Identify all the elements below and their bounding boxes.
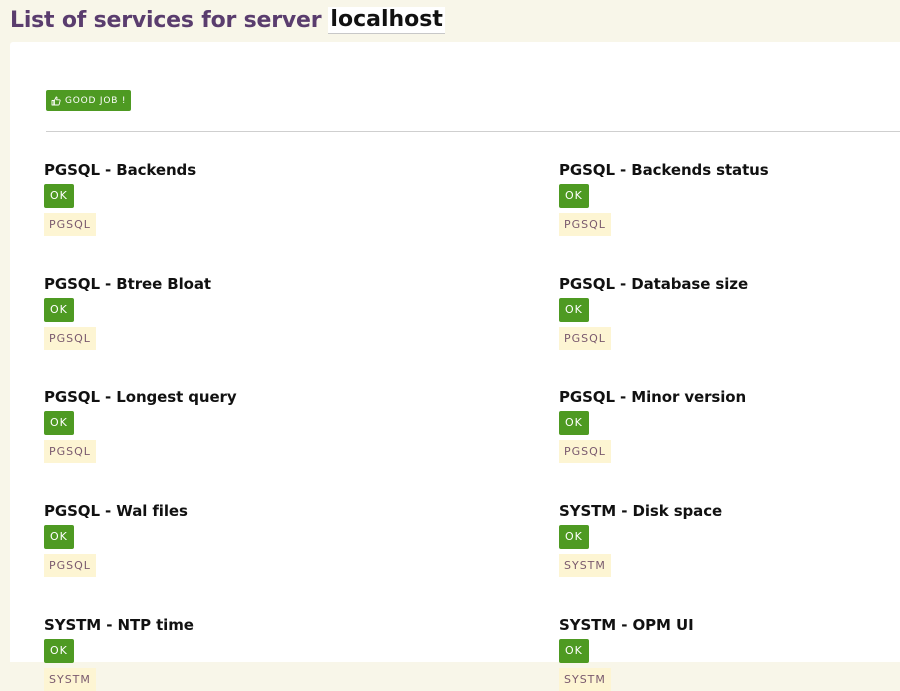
service-tag[interactable]: PGSQL [44, 440, 96, 463]
service-tag[interactable]: PGSQL [44, 213, 96, 236]
service-name[interactable]: PGSQL - Minor version [559, 388, 899, 406]
service-tag[interactable]: PGSQL [559, 327, 611, 350]
service-item: PGSQL - Btree Bloat OK PGSQL [44, 275, 384, 350]
service-item: PGSQL - Minor version OK PGSQL [559, 388, 899, 463]
service-name[interactable]: PGSQL - Database size [559, 275, 899, 293]
service-tag[interactable]: PGSQL [44, 554, 96, 577]
status-badge: OK [559, 411, 589, 435]
service-item: PGSQL - Backends status OK PGSQL [559, 161, 899, 236]
status-badge: OK [559, 184, 589, 208]
service-tag[interactable]: SYSTM [559, 554, 611, 577]
service-item: SYSTM - NTP time OK SYSTM [44, 616, 384, 691]
service-name[interactable]: PGSQL - Wal files [44, 502, 384, 520]
service-item: SYSTM - Disk space OK SYSTM [559, 502, 899, 577]
page-header: List of services for server localhost [10, 0, 445, 40]
service-name[interactable]: PGSQL - Longest query [44, 388, 384, 406]
service-name[interactable]: SYSTM - OPM UI [559, 616, 899, 634]
service-name[interactable]: SYSTM - Disk space [559, 502, 899, 520]
page-title: List of services for server [10, 7, 322, 33]
service-tag[interactable]: SYSTM [44, 668, 96, 691]
service-name[interactable]: SYSTM - NTP time [44, 616, 384, 634]
service-name[interactable]: PGSQL - Backends [44, 161, 384, 179]
service-tag[interactable]: PGSQL [559, 213, 611, 236]
status-badge: OK [44, 184, 74, 208]
content-panel: GOOD JOB ! PGSQL - Backends OK PGSQL PGS… [10, 42, 900, 691]
service-name[interactable]: PGSQL - Btree Bloat [44, 275, 384, 293]
thumbs-up-icon [51, 96, 61, 106]
good-job-label: GOOD JOB ! [65, 95, 127, 106]
status-badge: OK [44, 525, 74, 549]
service-tag[interactable]: SYSTM [559, 668, 611, 691]
service-item: PGSQL - Longest query OK PGSQL [44, 388, 384, 463]
service-item: PGSQL - Backends OK PGSQL [44, 161, 384, 236]
divider [46, 131, 900, 132]
status-badge: OK [44, 639, 74, 663]
status-badge: OK [44, 411, 74, 435]
server-name[interactable]: localhost [328, 6, 445, 34]
service-item: PGSQL - Database size OK PGSQL [559, 275, 899, 350]
service-tag[interactable]: PGSQL [44, 327, 96, 350]
service-tag[interactable]: PGSQL [559, 440, 611, 463]
status-badge: OK [44, 298, 74, 322]
status-badge: OK [559, 525, 589, 549]
status-badge: OK [559, 639, 589, 663]
good-job-button[interactable]: GOOD JOB ! [46, 90, 132, 111]
status-badge: OK [559, 298, 589, 322]
service-item: SYSTM - OPM UI OK SYSTM [559, 616, 899, 691]
service-name[interactable]: PGSQL - Backends status [559, 161, 899, 179]
service-item: PGSQL - Wal files OK PGSQL [44, 502, 384, 577]
